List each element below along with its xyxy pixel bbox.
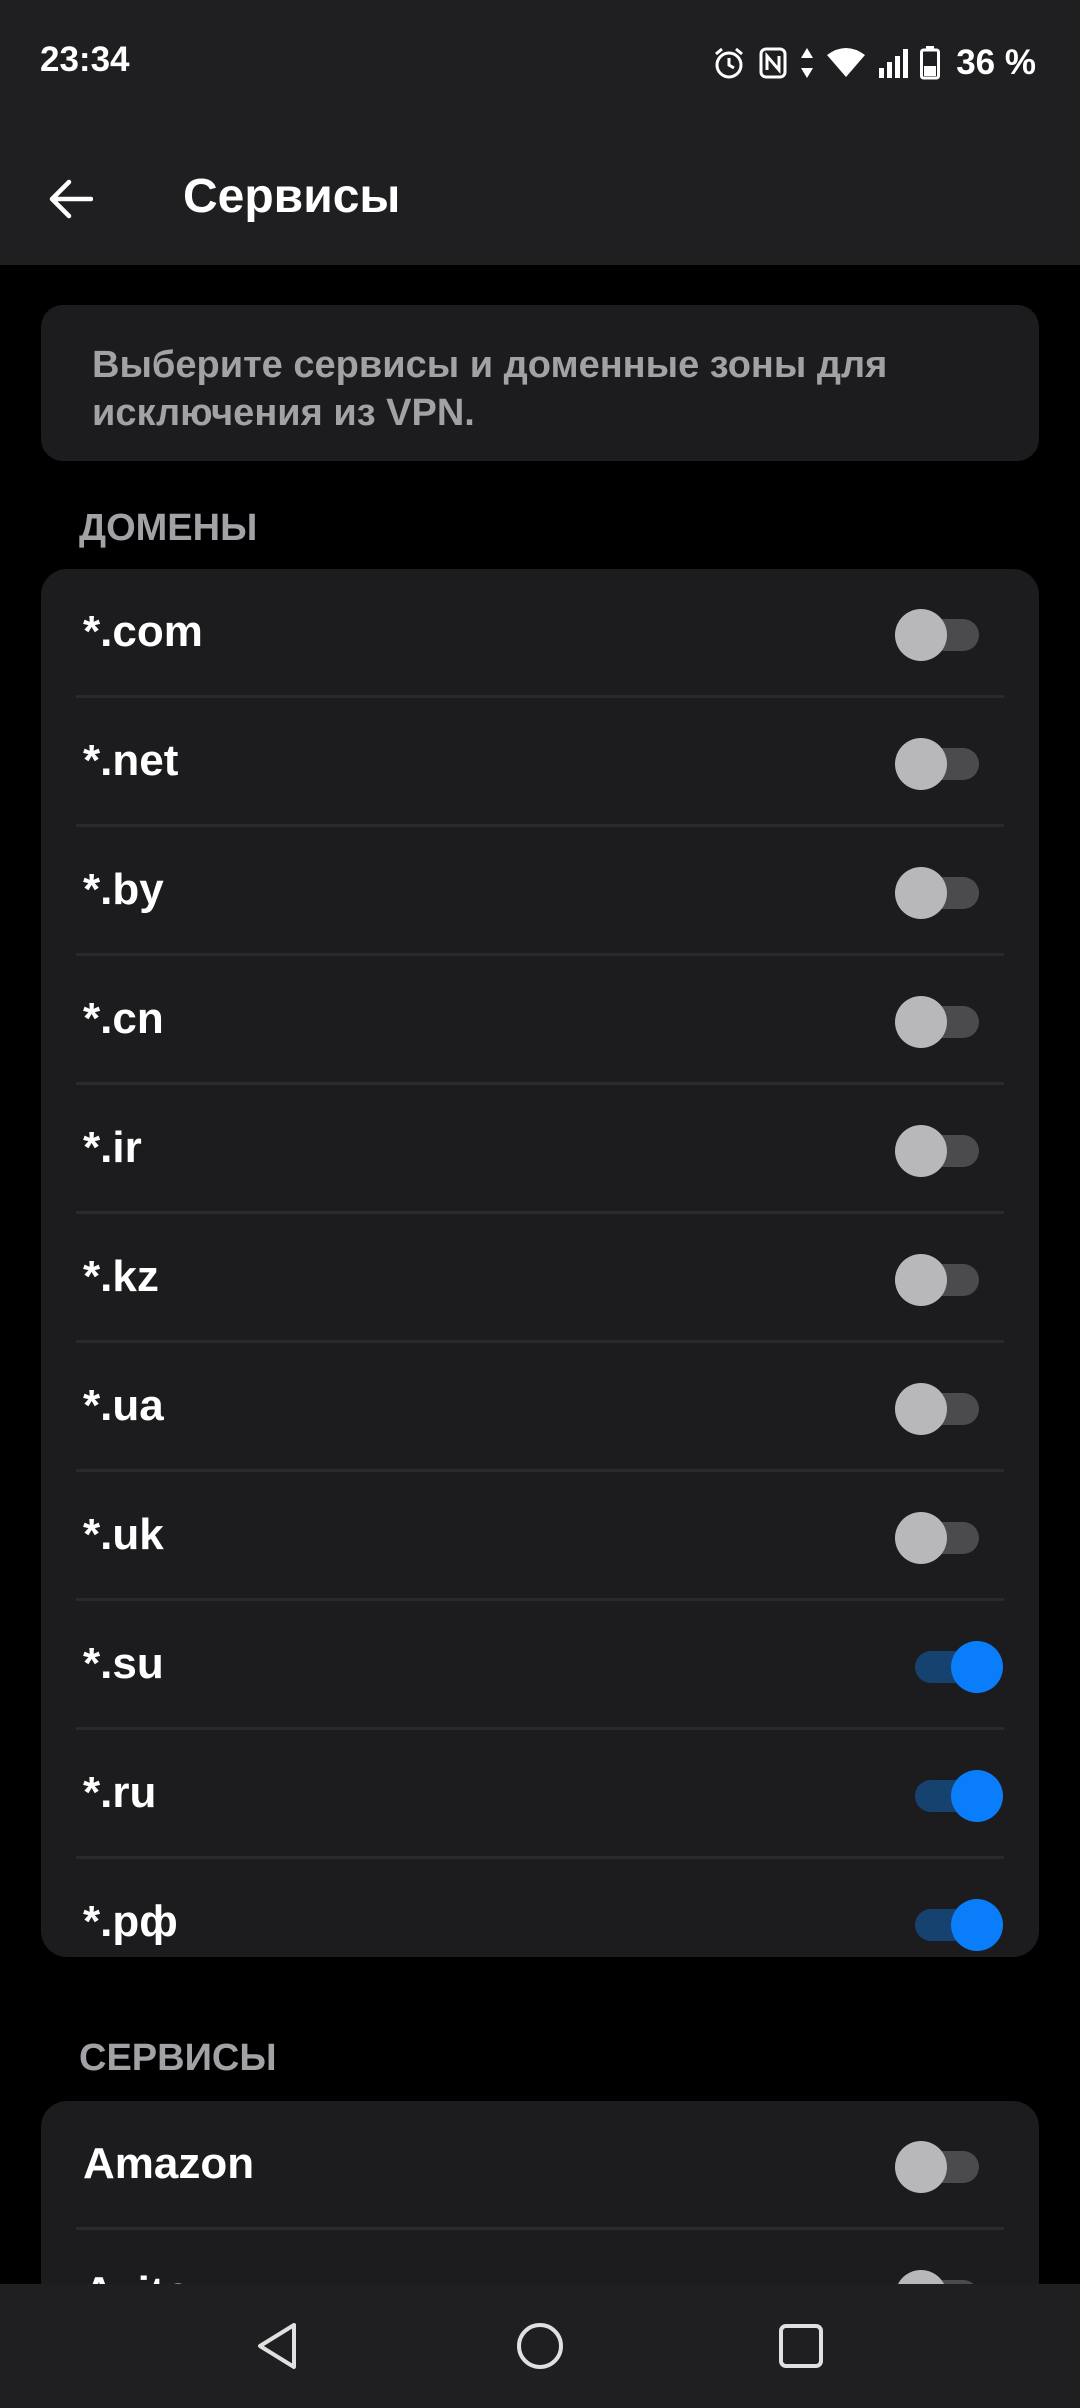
domains-list: *.com *.net *.by *.cn *.ir *.kz *.ua *.uk *.su *.… [41,569,1039,1957]
toggle-thumb [895,996,947,1048]
domains-row-label: *.рф [83,1897,178,1946]
domains-row[interactable]: *.cn [41,956,1039,1085]
toggle-thumb [895,1512,947,1564]
domains-row[interactable]: *.рф [41,1859,1039,1957]
toggle-thumb [895,2141,947,2193]
back-triangle-icon [254,2321,302,2376]
services-row-label: Amazon [83,2139,255,2188]
settings-content[interactable]: Выберите сервисы и доменные зоны для иск… [0,265,1080,1957]
nav-recents-button[interactable] [761,2308,841,2388]
domains-toggle-switch[interactable] [895,738,985,790]
domains-row[interactable]: *.com [41,569,1039,698]
domains-row[interactable]: *.ir [41,1085,1039,1214]
toggle-thumb [895,609,947,661]
domains-row-label: *.kz [83,1252,159,1301]
domains-row-label: *.ir [83,1123,142,1172]
services-toggle-switch[interactable] [895,2270,985,2284]
domains-row[interactable]: *.net [41,698,1039,827]
domains-row[interactable]: *.by [41,827,1039,956]
domains-toggle-switch[interactable] [895,1254,985,1306]
recents-square-icon [777,2322,825,2375]
domains-row-label: *.net [83,736,179,785]
data-arrows-icon [800,46,814,80]
domains-row[interactable]: *.uk [41,1472,1039,1601]
domains-toggle-switch[interactable] [895,996,985,1048]
status-time: 23:34 [40,40,130,79]
navigation-bar [0,2284,1080,2408]
alarm-icon [712,46,746,80]
toggle-thumb [951,1899,1003,1951]
domains-toggle-switch[interactable] [915,1899,1005,1951]
battery-icon [920,46,941,80]
services-toggle-switch[interactable] [895,2141,985,2193]
toggle-thumb [895,738,947,790]
app-bar: Сервисы [0,125,1080,265]
toggle-thumb [895,1383,947,1435]
info-card: Выберите сервисы и доменные зоны для иск… [41,305,1039,461]
toggle-thumb [951,1770,1003,1822]
wifi-icon [826,47,866,79]
domains-row-label: *.ua [83,1381,164,1430]
domains-row-label: *.com [83,607,203,656]
domains-toggle-switch[interactable] [915,1641,1005,1693]
services-section-header: СЕРВИСЫ [79,2037,277,2079]
toggle-thumb [895,867,947,919]
toggle-thumb [895,1254,947,1306]
domains-toggle-switch[interactable] [895,1383,985,1435]
domains-row-label: *.su [83,1639,164,1688]
toggle-thumb [895,2270,947,2284]
nav-home-button[interactable] [500,2308,580,2388]
arrow-left-icon [47,179,94,224]
domains-row[interactable]: *.su [41,1601,1039,1730]
status-icons: 36 % [712,40,1036,86]
status-bar: 23:34 36 % [0,0,1080,125]
domains-row[interactable]: *.kz [41,1214,1039,1343]
domains-row[interactable]: *.ua [41,1343,1039,1472]
info-text: Выберите сервисы и доменные зоны для иск… [92,344,888,434]
nav-back-button[interactable] [238,2308,318,2388]
domains-row-label: *.by [83,865,164,914]
domains-section-header: ДОМЕНЫ [79,507,258,549]
domains-row-label: *.uk [83,1510,164,1559]
back-button[interactable] [30,161,110,241]
home-circle-icon [515,2321,565,2376]
domains-row-label: *.cn [83,994,164,1043]
toggle-thumb [895,1125,947,1177]
services-row[interactable]: Avito [41,2230,1039,2284]
nfc-icon [758,46,788,80]
page-title: Сервисы [183,170,401,223]
domains-toggle-switch[interactable] [915,1770,1005,1822]
services-list: Amazon Avito [41,2101,1039,2284]
domains-toggle-switch[interactable] [895,1125,985,1177]
battery-percent: 36 % [956,43,1036,82]
domains-toggle-switch[interactable] [895,1512,985,1564]
toggle-thumb [951,1641,1003,1693]
domains-toggle-switch[interactable] [895,867,985,919]
domains-row[interactable]: *.ru [41,1730,1039,1859]
services-row[interactable]: Amazon [41,2101,1039,2230]
domains-row-label: *.ru [83,1768,157,1817]
domains-toggle-switch[interactable] [895,609,985,661]
services-row-label: Avito [83,2268,191,2284]
signal-icon [878,48,909,78]
